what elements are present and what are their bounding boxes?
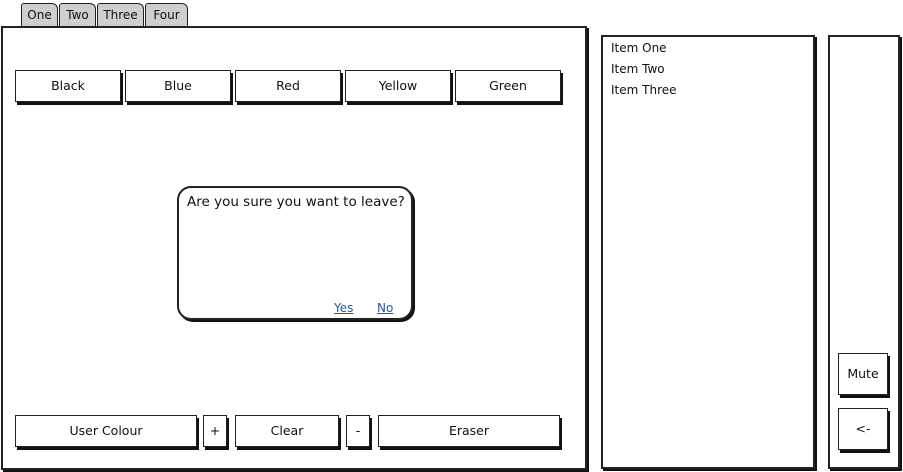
back-button[interactable]: <- [838, 408, 888, 450]
minus-button[interactable]: - [346, 415, 370, 447]
mute-button[interactable]: Mute [838, 353, 888, 395]
user-colour-button[interactable]: User Colour [15, 415, 197, 447]
eraser-button[interactable]: Eraser [378, 415, 560, 447]
list-item[interactable]: Item Two [611, 62, 665, 76]
red-button[interactable]: Red [235, 70, 341, 102]
black-button[interactable]: Black [15, 70, 121, 102]
green-button[interactable]: Green [455, 70, 561, 102]
tab-four[interactable]: Four [145, 3, 188, 27]
item-list: Item One Item Two Item Three [601, 35, 815, 469]
list-item[interactable]: Item Three [611, 83, 677, 97]
yes-link[interactable]: Yes [334, 301, 353, 315]
dialog-message: Are you sure you want to leave? [187, 194, 405, 210]
list-item[interactable]: Item One [611, 41, 667, 55]
blue-button[interactable]: Blue [125, 70, 231, 102]
tab-two[interactable]: Two [59, 3, 96, 27]
app-window: One Two Three Four Black Blue Red Yellow… [0, 0, 903, 472]
tab-one[interactable]: One [21, 3, 58, 27]
no-link[interactable]: No [377, 301, 393, 315]
clear-button[interactable]: Clear [235, 415, 339, 447]
plus-button[interactable]: + [203, 415, 227, 447]
leave-dialog: Are you sure you want to leave? Yes No [177, 186, 413, 320]
tab-three[interactable]: Three [97, 3, 144, 27]
side-panel: Mute <- [828, 35, 900, 469]
yellow-button[interactable]: Yellow [345, 70, 451, 102]
